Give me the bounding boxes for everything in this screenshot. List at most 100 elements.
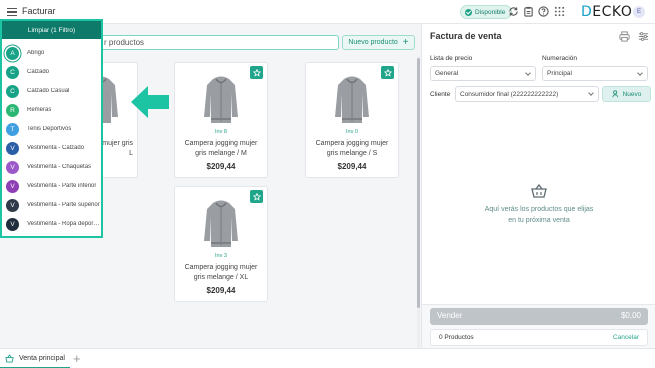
filter-item-vestimenta-calzado[interactable]: V Vestimenta - Calzado: [6, 140, 101, 156]
category-label: Vestimenta - Ropa deportiva: [27, 221, 101, 227]
inventory-count: Inv 8: [215, 129, 227, 135]
product-name: Campera jogging mujer gris melange / S: [315, 140, 389, 157]
inventory-count: Inv 0: [346, 129, 358, 135]
products-scrollbar-thumb[interactable]: [417, 58, 420, 308]
favorite-button[interactable]: [381, 66, 394, 79]
numbering-value: Principal: [547, 70, 572, 77]
price-list-value: General: [435, 70, 459, 77]
user-avatar[interactable]: E: [633, 6, 645, 18]
category-avatar: V: [6, 217, 19, 231]
filter-item-abrigo[interactable]: A Abrigo: [6, 45, 101, 61]
add-tab-button[interactable]: +: [73, 351, 81, 366]
inventory-count: Inv 3: [215, 253, 227, 259]
empty-cart-message: Aquí verás los productos que elijas en t…: [472, 204, 606, 226]
new-product-button[interactable]: Nuevo producto +: [342, 35, 415, 50]
sales-tab-bar: Venta principal +: [0, 348, 655, 368]
logo-prefix: D: [581, 4, 593, 20]
favorite-button[interactable]: [250, 66, 263, 79]
filter-item-calzado[interactable]: C Calzado: [6, 64, 101, 80]
category-avatar: T: [6, 122, 19, 136]
category-avatar: A: [6, 46, 19, 60]
category-avatar: C: [6, 65, 19, 79]
category-label: Vestimenta - Parte inferior: [27, 183, 97, 189]
product-name: Campera jogging mujer gris melange / M: [184, 140, 258, 157]
category-avatar: V: [6, 141, 19, 155]
sell-total: $0,00: [620, 311, 641, 320]
products-count: 0 Productos: [439, 334, 474, 341]
favorite-button[interactable]: [250, 190, 263, 203]
category-filter-dropdown: Limpiar (1 Filtro) A Abrigo C Calzado C …: [0, 19, 103, 238]
product-card[interactable]: Inv 0 Campera jogging mujer gris melange…: [305, 62, 399, 178]
price-list-select[interactable]: General: [430, 66, 536, 81]
category-label: Remeras: [27, 107, 52, 113]
hoodie-image: [204, 76, 238, 123]
partial-name-line1: mujer gris: [102, 140, 133, 147]
shopping-basket-icon: [531, 183, 547, 198]
filter-item-vestimenta-ropa-deportiva[interactable]: V Vestimenta - Ropa deportiva: [6, 216, 101, 232]
check-icon: [465, 8, 472, 16]
hoodie-image: [100, 76, 118, 123]
category-label: Vestimenta - Calzado: [27, 145, 85, 151]
hamburger-menu-icon[interactable]: [7, 8, 17, 16]
invoice-panel: Factura de venta Lista de precio General…: [421, 24, 655, 348]
product-card[interactable]: Inv 8 Campera jogging mujer gris melange…: [174, 62, 268, 178]
category-label: Calzado Casual: [27, 88, 70, 94]
product-price: $209,44: [206, 162, 236, 171]
filter-item-calzado-casual[interactable]: C Calzado Casual: [6, 83, 101, 99]
price-list-label: Lista de precio: [430, 55, 473, 62]
numbering-select[interactable]: Principal: [542, 66, 648, 81]
client-select[interactable]: Consumidor final (222222222222): [455, 86, 599, 102]
filter-item-vestimenta-parte-superior[interactable]: V Vestimenta - Parte superior: [6, 197, 101, 213]
product-name: Campera jogging mujer gris melange / XL: [184, 264, 258, 281]
hoodie-image: [204, 200, 238, 247]
category-avatar: V: [6, 179, 19, 193]
plus-icon: +: [402, 36, 409, 48]
product-price: $209,44: [206, 286, 236, 295]
logo: DECKO: [581, 4, 632, 20]
category-avatar: V: [6, 160, 19, 174]
sell-label: Vender: [437, 311, 463, 320]
clipboard-icon[interactable]: [523, 6, 534, 17]
clear-filter-button[interactable]: Limpiar (1 Filtro): [2, 21, 101, 39]
product-search-input[interactable]: r productos: [100, 35, 339, 50]
star-icon: [383, 68, 392, 77]
client-value: Consumidor final (222222222222): [460, 90, 559, 98]
tab-venta-principal[interactable]: Venta principal: [0, 349, 70, 368]
logo-rest: ECKO: [592, 4, 633, 20]
print-icon[interactable]: [619, 31, 630, 42]
new-client-button[interactable]: Nuevo: [602, 86, 651, 102]
invoice-title: Factura de venta: [430, 31, 502, 41]
product-card[interactable]: Inv 3 Campera jogging mujer gris melange…: [174, 186, 268, 302]
filter-item-remeras[interactable]: R Remeras: [6, 102, 101, 118]
tab-label: Venta principal: [19, 354, 65, 362]
status-badge[interactable]: Disponible: [460, 5, 513, 19]
search-text: r productos: [104, 38, 145, 47]
category-label: Abrigo: [27, 50, 45, 56]
add-user-icon: [611, 90, 618, 98]
category-avatar: C: [6, 84, 19, 98]
cart-summary: 0 Productos Cancelar: [430, 329, 648, 346]
category-label: Vestimenta - Chaquetas: [27, 164, 92, 170]
help-icon[interactable]: [538, 6, 549, 17]
filter-item-vestimenta-parte-inferior[interactable]: V Vestimenta - Parte inferior: [6, 178, 101, 194]
sync-icon[interactable]: [508, 6, 519, 17]
chevron-down-icon: [637, 70, 643, 76]
cancel-link[interactable]: Cancelar: [613, 334, 639, 341]
product-card-partial[interactable]: mujer gris L: [100, 62, 138, 178]
settings-sliders-icon[interactable]: [638, 31, 649, 42]
shopping-basket-icon: [5, 353, 14, 363]
partial-card-name: mujer gris L: [102, 139, 133, 159]
filter-item-tenis-deportivos[interactable]: T Tenis Deportivos: [6, 121, 101, 137]
category-label: Calzado: [27, 69, 50, 75]
new-product-label: Nuevo producto: [348, 39, 398, 46]
empty-line-2: en tu próxima venta: [508, 217, 570, 224]
sell-button[interactable]: Vender $0,00: [430, 308, 648, 325]
category-label: Tenis Deportivos: [27, 126, 72, 132]
category-avatar: R: [6, 103, 19, 117]
filter-item-vestimenta-chaquetas[interactable]: V Vestimenta - Chaquetas: [6, 159, 101, 175]
partial-name-line2: L: [129, 150, 133, 157]
star-icon: [252, 192, 261, 201]
new-client-label: Nuevo: [622, 90, 642, 98]
apps-grid-icon[interactable]: [554, 6, 565, 17]
product-price: $209,44: [337, 162, 367, 171]
